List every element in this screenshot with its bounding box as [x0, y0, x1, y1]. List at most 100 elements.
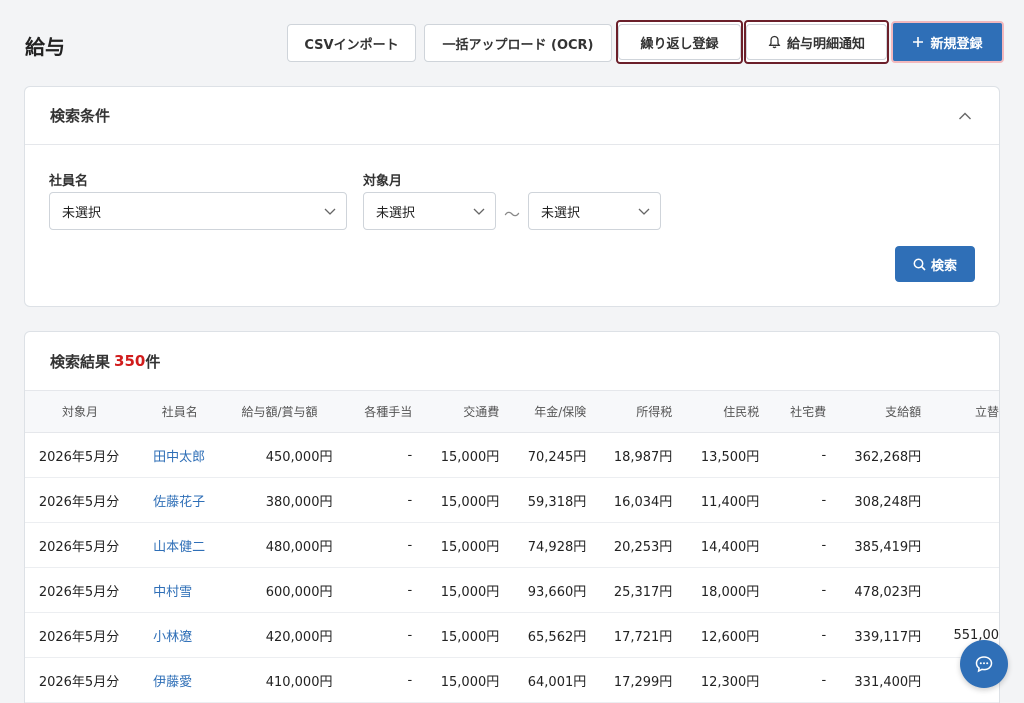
cell-housing: - — [759, 477, 827, 523]
cell-transport: 15,000円 — [412, 477, 500, 523]
cell-pension: 93,660円 — [499, 567, 587, 613]
cell-payment: 308,248円 — [826, 477, 922, 523]
table-row[interactable]: 2026年5月分 山本健二 480,000円 - 15,000円 74,928円… — [25, 522, 999, 568]
column-header-employee[interactable]: 社員名 — [133, 390, 227, 433]
plus-icon — [913, 37, 924, 47]
cell-transport: 15,000円 — [412, 432, 500, 478]
table-row[interactable]: 2026年5月分 小林遼 420,000円 - 15,000円 65,562円 … — [25, 612, 999, 658]
cell-payment: 331,400円 — [826, 657, 922, 703]
employee-link[interactable]: 田中太郎 — [133, 432, 227, 478]
new-entry-button[interactable]: 新規登録 — [891, 21, 1004, 63]
cell-resident-tax: 12,300円 — [672, 657, 760, 703]
cell-allowance: - — [332, 477, 413, 523]
cell-housing: - — [759, 432, 827, 478]
table-row[interactable]: 2026年5月分 田中太郎 450,000円 - 15,000円 70,245円… — [25, 432, 999, 478]
search-results-panel: 検索結果 350 件 対象月 社員名 給与額/賞与額 各種手当 交通費 年金/保… — [24, 331, 1000, 703]
cell-advance — [921, 522, 999, 568]
cell-transport: 15,000円 — [412, 657, 500, 703]
cell-month: 2026年5月分 — [25, 657, 134, 703]
cell-housing: - — [759, 522, 827, 568]
search-button[interactable]: 検索 — [895, 246, 975, 282]
chevron-down-icon — [324, 208, 336, 215]
employee-link[interactable]: 佐藤花子 — [133, 477, 227, 523]
cell-resident-tax: 11,400円 — [672, 477, 760, 523]
column-header-month[interactable]: 対象月 — [25, 390, 134, 433]
cell-payment: 478,023円 — [826, 567, 922, 613]
chat-icon — [975, 656, 993, 673]
employee-name-value: 未選択 — [62, 205, 102, 221]
cell-income-tax: 20,253円 — [586, 522, 673, 568]
cell-month: 2026年5月分 — [25, 612, 134, 658]
cell-housing: - — [759, 567, 827, 613]
cell-salary: 410,000円 — [226, 657, 333, 703]
column-header-pension[interactable]: 年金/保険 — [499, 390, 587, 433]
chevron-down-icon — [638, 208, 650, 215]
search-conditions-header[interactable]: 検索条件 — [25, 87, 999, 145]
search-results-header: 検索結果 350 件 — [25, 332, 999, 390]
column-header-advance[interactable]: 立替 — [921, 390, 999, 433]
employee-link[interactable]: 中村雪 — [133, 567, 227, 613]
page-header: 給与 CSVインポート 一括アップロード (OCR) 繰り返し登録 給与明細通知… — [0, 0, 1024, 86]
table-row[interactable]: 2026年5月分 中村雪 600,000円 - 15,000円 93,660円 … — [25, 567, 999, 613]
csv-import-label: CSVインポート — [304, 37, 399, 53]
cell-resident-tax: 14,400円 — [672, 522, 760, 568]
cell-housing: - — [759, 612, 827, 658]
csv-import-button[interactable]: CSVインポート — [287, 24, 416, 62]
employee-link[interactable]: 伊藤愛 — [133, 657, 227, 703]
column-header-housing[interactable]: 社宅費 — [759, 390, 827, 433]
employee-name-select[interactable]: 未選択 — [49, 192, 347, 230]
bell-icon — [768, 35, 781, 49]
cell-income-tax: 17,721円 — [586, 612, 673, 658]
column-header-income-tax[interactable]: 所得税 — [586, 390, 673, 433]
employee-name-label: 社員名 — [49, 174, 89, 189]
cell-income-tax: 25,317円 — [586, 567, 673, 613]
cell-payment: 385,419円 — [826, 522, 922, 568]
search-conditions-title: 検索条件 — [50, 107, 111, 125]
cell-month: 2026年5月分 — [25, 477, 134, 523]
cell-transport: 15,000円 — [412, 567, 500, 613]
chevron-up-icon[interactable] — [958, 109, 972, 123]
payroll-table: 対象月 社員名 給与額/賞与額 各種手当 交通費 年金/保険 所得税 住民税 社… — [25, 390, 999, 703]
chevron-down-icon — [473, 208, 485, 215]
column-header-transport[interactable]: 交通費 — [412, 390, 500, 433]
column-header-payment[interactable]: 支給額 — [826, 390, 922, 433]
cell-income-tax: 17,299円 — [586, 657, 673, 703]
cell-month: 2026年5月分 — [25, 567, 134, 613]
employee-link[interactable]: 小林遼 — [133, 612, 227, 658]
column-header-allowance[interactable]: 各種手当 — [332, 390, 413, 433]
target-month-label: 対象月 — [363, 174, 403, 189]
cell-transport: 15,000円 — [412, 612, 500, 658]
column-header-resident-tax[interactable]: 住民税 — [672, 390, 760, 433]
table-row[interactable]: 2026年5月分 佐藤花子 380,000円 - 15,000円 59,318円… — [25, 477, 999, 523]
cell-allowance: - — [332, 612, 413, 658]
cell-income-tax: 16,034円 — [586, 477, 673, 523]
column-header-salary[interactable]: 給与額/賞与額 — [226, 390, 333, 433]
range-separator: 〜 — [504, 205, 521, 224]
cell-housing: - — [759, 657, 827, 703]
cell-salary: 450,000円 — [226, 432, 333, 478]
cell-pension: 59,318円 — [499, 477, 587, 523]
recurring-register-label: 繰り返し登録 — [640, 36, 719, 52]
target-month-from-select[interactable]: 未選択 — [363, 192, 496, 230]
cell-salary: 420,000円 — [226, 612, 333, 658]
employee-link[interactable]: 山本健二 — [133, 522, 227, 568]
cell-resident-tax: 13,500円 — [672, 432, 760, 478]
chat-button[interactable] — [960, 640, 1008, 688]
bulk-upload-button[interactable]: 一括アップロード (OCR) — [424, 24, 612, 62]
results-count: 350 — [114, 352, 146, 370]
results-count-suffix: 件 — [145, 352, 161, 371]
cell-month: 2026年5月分 — [25, 432, 134, 478]
new-entry-label: 新規登録 — [930, 36, 983, 52]
page-title: 給与 — [25, 35, 65, 59]
cell-allowance: - — [332, 432, 413, 478]
cell-salary: 480,000円 — [226, 522, 333, 568]
cell-resident-tax: 12,600円 — [672, 612, 760, 658]
recurring-register-button[interactable]: 繰り返し登録 — [616, 20, 743, 64]
payslip-notify-label: 給与明細通知 — [786, 36, 865, 52]
payslip-notify-button[interactable]: 給与明細通知 — [744, 20, 889, 64]
cell-resident-tax: 18,000円 — [672, 567, 760, 613]
target-month-to-select[interactable]: 未選択 — [528, 192, 661, 230]
search-icon — [913, 258, 926, 271]
table-row[interactable]: 2026年5月分 伊藤愛 410,000円 - 15,000円 64,001円 … — [25, 657, 999, 703]
cell-allowance: - — [332, 657, 413, 703]
